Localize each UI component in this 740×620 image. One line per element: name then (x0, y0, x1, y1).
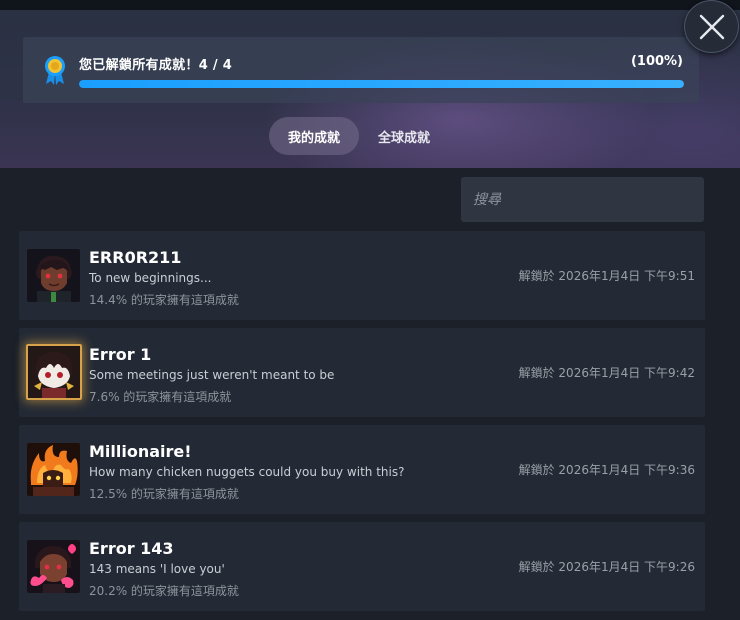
achievement-rarity: 7.6% 的玩家擁有這項成就 (89, 390, 232, 404)
achievement-rarity: 20.2% 的玩家擁有這項成就 (89, 584, 239, 598)
achievement-unlock-date: 解鎖於 2026年1月4日 下午9:36 (518, 463, 695, 477)
search-input[interactable] (461, 177, 704, 222)
achievements-dialog: 您已解鎖所有成就！4 / 4 (100%) 我的成就 全球成就 搜尋 ERR0R… (0, 0, 740, 620)
achievement-rarity: 12.5% 的玩家擁有這項成就 (89, 487, 239, 501)
progress-text: 您已解鎖所有成就！4 / 4 (79, 58, 233, 73)
achievement-row[interactable]: ERR0R211 To new beginnings... 14.4% 的玩家擁… (19, 231, 705, 320)
achievement-unlock-date: 解鎖於 2026年1月4日 下午9:26 (518, 560, 695, 574)
tab-my-achievements[interactable]: 我的成就 (269, 117, 360, 155)
progress-bar (79, 80, 684, 88)
achievement-row[interactable]: Millionaire! How many chicken nuggets co… (19, 425, 705, 514)
achievement-description: Some meetings just weren't meant to be (89, 368, 335, 382)
progress-bar-fill (79, 80, 684, 88)
character-portrait-icon (27, 249, 80, 302)
progress-card: 您已解鎖所有成就！4 / 4 (100%) (23, 37, 699, 103)
close-icon (699, 14, 725, 40)
progress-percent: (100%) (630, 54, 683, 69)
achievements-header: 您已解鎖所有成就！4 / 4 (100%) 我的成就 全球成就 (0, 10, 740, 168)
search-box (461, 177, 704, 222)
heart-character-icon (27, 540, 80, 593)
tab-bar: 我的成就 全球成就 (269, 117, 449, 155)
achievement-title: ERR0R211 (89, 248, 182, 267)
achievement-title: Error 1 (89, 345, 152, 364)
top-strip (0, 0, 740, 10)
achievement-unlock-date: 解鎖於 2026年1月4日 下午9:42 (518, 366, 695, 380)
achievement-description: How many chicken nuggets could you buy w… (89, 465, 405, 479)
close-button[interactable] (684, 0, 739, 53)
achievement-list: ERR0R211 To new beginnings... 14.4% 的玩家擁… (19, 231, 705, 619)
achievement-rarity: 14.4% 的玩家擁有這項成就 (89, 293, 239, 307)
achievements-body: ERR0R211 To new beginnings... 14.4% 的玩家擁… (0, 168, 740, 620)
tab-global-achievements[interactable]: 全球成就 (359, 117, 449, 155)
achievement-description: 143 means 'I love you' (89, 562, 225, 576)
medal-icon (45, 56, 65, 85)
fire-character-icon (27, 443, 80, 496)
achievement-title: Error 143 (89, 539, 174, 558)
rare-achievement-icon (26, 344, 82, 400)
achievement-row[interactable]: Error 1 Some meetings just weren't meant… (19, 328, 705, 417)
achievement-row[interactable]: Error 143 143 means 'I love you' 20.2% 的… (19, 522, 705, 611)
achievement-unlock-date: 解鎖於 2026年1月4日 下午9:51 (518, 269, 695, 283)
achievement-title: Millionaire! (89, 442, 192, 461)
achievement-description: To new beginnings... (89, 271, 212, 285)
